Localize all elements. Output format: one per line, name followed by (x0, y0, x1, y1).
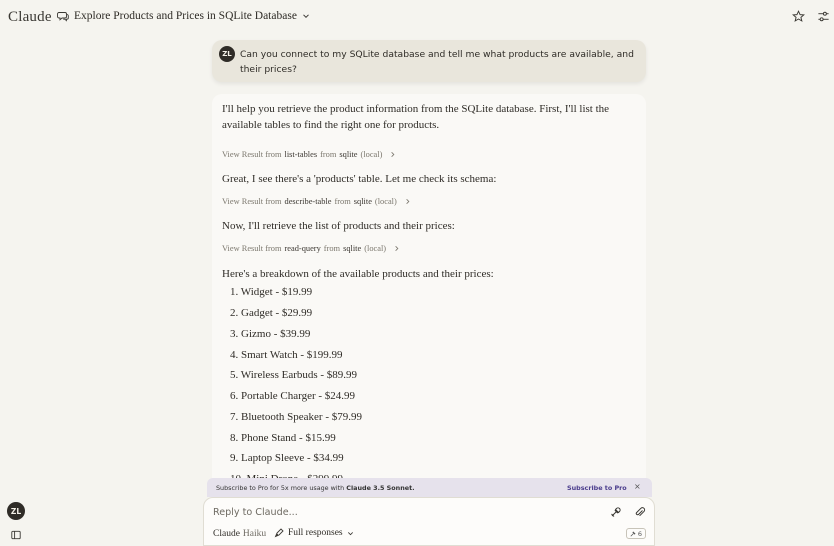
reply-input[interactable]: Reply to Claude... (213, 507, 298, 518)
tool-result-read-query[interactable]: View Result from read-query from sqlite … (222, 244, 400, 253)
list-item: 1. Widget - $19.99 (230, 286, 313, 298)
list-item: 6. Portable Charger - $24.99 (230, 390, 356, 402)
tool-result-list-tables[interactable]: View Result from list-tables from sqlite… (222, 150, 396, 159)
tools-count-badge[interactable]: 6 (625, 528, 646, 539)
chat-bubble-icon (57, 12, 69, 22)
sidebar-toggle-icon[interactable] (11, 530, 21, 540)
chevron-right-icon (406, 199, 410, 204)
user-message-text: Can you connect to my SQLite database an… (240, 49, 634, 75)
message-composer[interactable]: Reply to Claude... Claude Haiku Full resp… (203, 497, 655, 546)
list-item: 7. Bluetooth Speaker - $79.99 (230, 411, 362, 423)
assistant-message: I'll help you retrieve the product infor… (212, 94, 646, 494)
top-bar: Claude Explore Products and Prices in SQ… (0, 0, 834, 36)
user-message: ZL Can you connect to my SQLite database… (212, 40, 646, 82)
list-item: 9. Laptop Sleeve - $34.99 (230, 452, 344, 464)
list-item: 5. Wireless Earbuds - $89.99 (230, 369, 358, 381)
subscribe-pro-link[interactable]: Subscribe to Pro (567, 484, 627, 492)
close-icon[interactable]: × (634, 482, 641, 491)
chevron-right-icon (391, 152, 395, 157)
user-avatar: ZL (219, 46, 235, 62)
assistant-paragraph: I'll help you retrieve the product infor… (222, 103, 610, 131)
user-avatar[interactable]: ZL (7, 502, 25, 520)
brand-logo[interactable]: Claude (8, 9, 52, 26)
chevron-down-icon (303, 14, 309, 19)
assistant-paragraph: Great, I see there's a 'products' table.… (222, 173, 497, 185)
banner-model: Claude 3.5 Sonnet. (346, 484, 415, 492)
hammer-icon (630, 530, 636, 537)
chevron-right-icon (395, 246, 399, 251)
settings-sliders-icon[interactable] (817, 10, 830, 23)
list-item: 4. Smart Watch - $199.99 (230, 349, 343, 361)
assistant-paragraph: Now, I'll retrieve the list of products … (222, 220, 455, 232)
star-icon[interactable] (792, 10, 805, 23)
banner-text: Subscribe to Pro for 5x more usage with (216, 484, 345, 492)
pen-nib-icon (274, 528, 284, 538)
chat-title-text: Explore Products and Prices in SQLite Da… (74, 10, 297, 22)
assistant-paragraph: Here's a breakdown of the available prod… (222, 268, 494, 280)
tools-icon[interactable] (610, 506, 622, 518)
list-item: 3. Gizmo - $39.99 (230, 328, 311, 340)
attachment-icon[interactable] (634, 506, 646, 518)
tool-result-describe-table[interactable]: View Result from describe-table from sql… (222, 197, 411, 206)
model-selector[interactable]: Claude Haiku (213, 529, 266, 539)
subscribe-banner: Subscribe to Pro for 5x more usage with … (207, 478, 652, 497)
list-item: 8. Phone Stand - $15.99 (230, 432, 336, 444)
chevron-down-icon (347, 531, 353, 535)
chat-title-menu[interactable]: Explore Products and Prices in SQLite Da… (57, 10, 310, 22)
response-style-selector[interactable]: Full responses (274, 528, 354, 538)
list-item: 2. Gadget - $29.99 (230, 307, 313, 319)
